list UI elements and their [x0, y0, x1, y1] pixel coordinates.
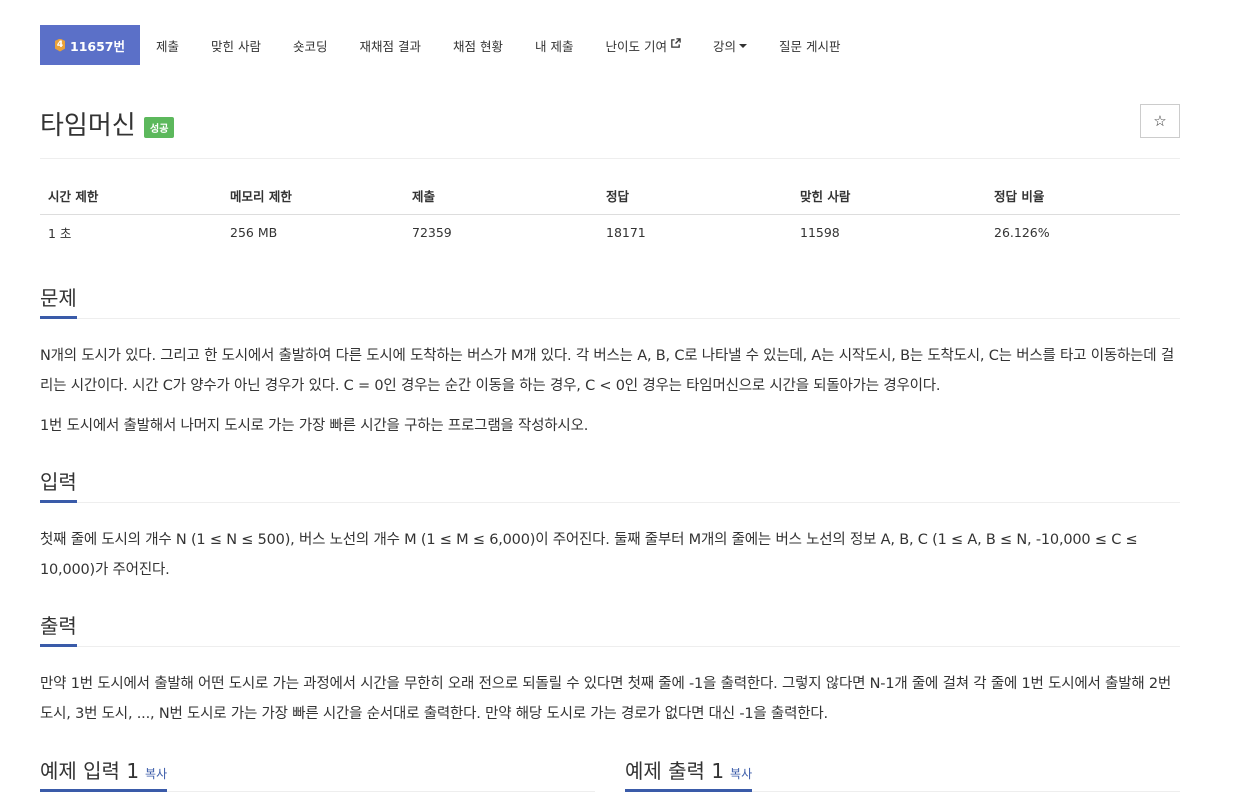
- problem-paragraph: N개의 도시가 있다. 그리고 한 도시에서 출발하여 다른 도시에 도착하는 …: [40, 348, 1174, 394]
- menu-status-label: 채점 현황: [453, 38, 503, 54]
- info-value: 1 초: [48, 225, 72, 241]
- section-heading: 입력: [40, 467, 77, 503]
- output-section: 출력 만약 1번 도시에서 출발해 어떤 도시로 가는 과정에서 시간을 무한히…: [40, 611, 1180, 729]
- problem-page: 4 11657번 제출 맞힌 사람 숏코딩 재채점 결과 채점 현황 내 제출 …: [0, 0, 1233, 802]
- info-value: 26.126%: [994, 224, 1050, 240]
- section-heading: 문제: [40, 283, 77, 319]
- menu-short-coding-label: 숏코딩: [293, 38, 328, 54]
- menu-question-board[interactable]: 질문 게시판: [763, 25, 856, 65]
- menu-rejudge-results-label: 재채점 결과: [359, 38, 421, 54]
- output-paragraph: 만약 1번 도시에서 출발해 어떤 도시로 가는 과정에서 시간을 무한히 오래…: [40, 676, 1172, 722]
- menu-difficulty-contribution[interactable]: 난이도 기여: [589, 25, 696, 65]
- menu-solved-users-label: 맞힌 사람: [211, 38, 261, 54]
- problem-number-label: 11657번: [70, 38, 125, 54]
- sample-output-section: 예제 출력 1 복사: [625, 756, 1180, 792]
- info-value-row: 1 초 256 MB 72359 18171 11598 26.126%: [40, 214, 1180, 250]
- sample-input-heading: 예제 입력 1: [40, 759, 140, 783]
- info-header: 제출: [404, 178, 598, 215]
- menu-lectures-dropdown[interactable]: 강의: [697, 25, 763, 65]
- menu-rejudge-results[interactable]: 재채점 결과: [344, 25, 437, 65]
- section-heading: 예제 입력 1 복사: [40, 756, 168, 792]
- info-value: 18171: [606, 224, 646, 240]
- sample-input-section: 예제 입력 1 복사: [40, 756, 595, 792]
- copy-sample-output-button[interactable]: 복사: [730, 767, 752, 781]
- input-section: 입력 첫째 줄에 도시의 개수 N (1 ≤ N ≤ 500), 버스 노선의 …: [40, 467, 1180, 585]
- status-badge: 성공: [144, 117, 175, 138]
- info-value: 72359: [412, 224, 452, 240]
- star-icon: ☆: [1153, 113, 1167, 130]
- section-header: 입력: [40, 467, 1180, 503]
- menu-question-board-label: 질문 게시판: [778, 38, 841, 54]
- section-heading: 예제 출력 1 복사: [625, 756, 753, 792]
- info-value: 256 MB: [230, 224, 278, 240]
- menu-submit-label: 제출: [156, 38, 180, 54]
- section-header: 문제: [40, 283, 1180, 319]
- menu-status[interactable]: 채점 현황: [437, 25, 519, 65]
- menu-lectures-label: 강의: [712, 38, 736, 54]
- problem-title: 타임머신: [40, 111, 136, 141]
- favorite-button[interactable]: ☆: [1140, 104, 1180, 138]
- menu-my-submissions[interactable]: 내 제출: [519, 25, 589, 65]
- menu-short-coding[interactable]: 숏코딩: [277, 25, 344, 65]
- menu-solved-users[interactable]: 맞힌 사람: [195, 25, 277, 65]
- info-header: 맞힌 사람: [792, 178, 986, 215]
- section-heading: 출력: [40, 611, 77, 647]
- menu-difficulty-label: 난이도 기여: [605, 38, 667, 54]
- problem-info-table: 시간 제한 메모리 제한 제출 정답 맞힌 사람 정답 비율 1 초 256 M…: [40, 178, 1180, 250]
- caret-down-icon: [738, 44, 747, 48]
- copy-sample-input-button[interactable]: 복사: [145, 767, 167, 781]
- problem-description-section: 문제 N개의 도시가 있다. 그리고 한 도시에서 출발하여 다른 도시에 도착…: [40, 283, 1180, 441]
- info-header-row: 시간 제한 메모리 제한 제출 정답 맞힌 사람 정답 비율: [40, 178, 1180, 215]
- section-header: 출력: [40, 611, 1180, 647]
- info-header: 시간 제한: [40, 178, 222, 215]
- external-link-icon: [670, 38, 681, 52]
- input-paragraph: 첫째 줄에 도시의 개수 N (1 ≤ N ≤ 500), 버스 노선의 개수 …: [40, 532, 1138, 578]
- info-header: 메모리 제한: [222, 178, 404, 215]
- problem-menu: 4 11657번 제출 맞힌 사람 숏코딩 재채점 결과 채점 현황 내 제출 …: [40, 25, 856, 65]
- section-header: 예제 입력 1 복사: [40, 756, 595, 792]
- info-header: 정답: [598, 178, 792, 215]
- tier-icon: 4: [55, 38, 65, 52]
- info-value: 11598: [800, 224, 840, 240]
- sample-output-heading: 예제 출력 1: [625, 759, 725, 783]
- problem-number-tab[interactable]: 4 11657번: [40, 25, 140, 65]
- info-header: 정답 비율: [986, 178, 1180, 215]
- menu-my-submissions-label: 내 제출: [534, 38, 574, 54]
- menu-submit[interactable]: 제출: [140, 25, 195, 65]
- problem-paragraph: 1번 도시에서 출발해서 나머지 도시로 가는 가장 빠른 시간을 구하는 프로…: [40, 418, 589, 434]
- title-row: 타임머신 성공 ☆: [40, 101, 1180, 159]
- section-header: 예제 출력 1 복사: [625, 756, 1180, 792]
